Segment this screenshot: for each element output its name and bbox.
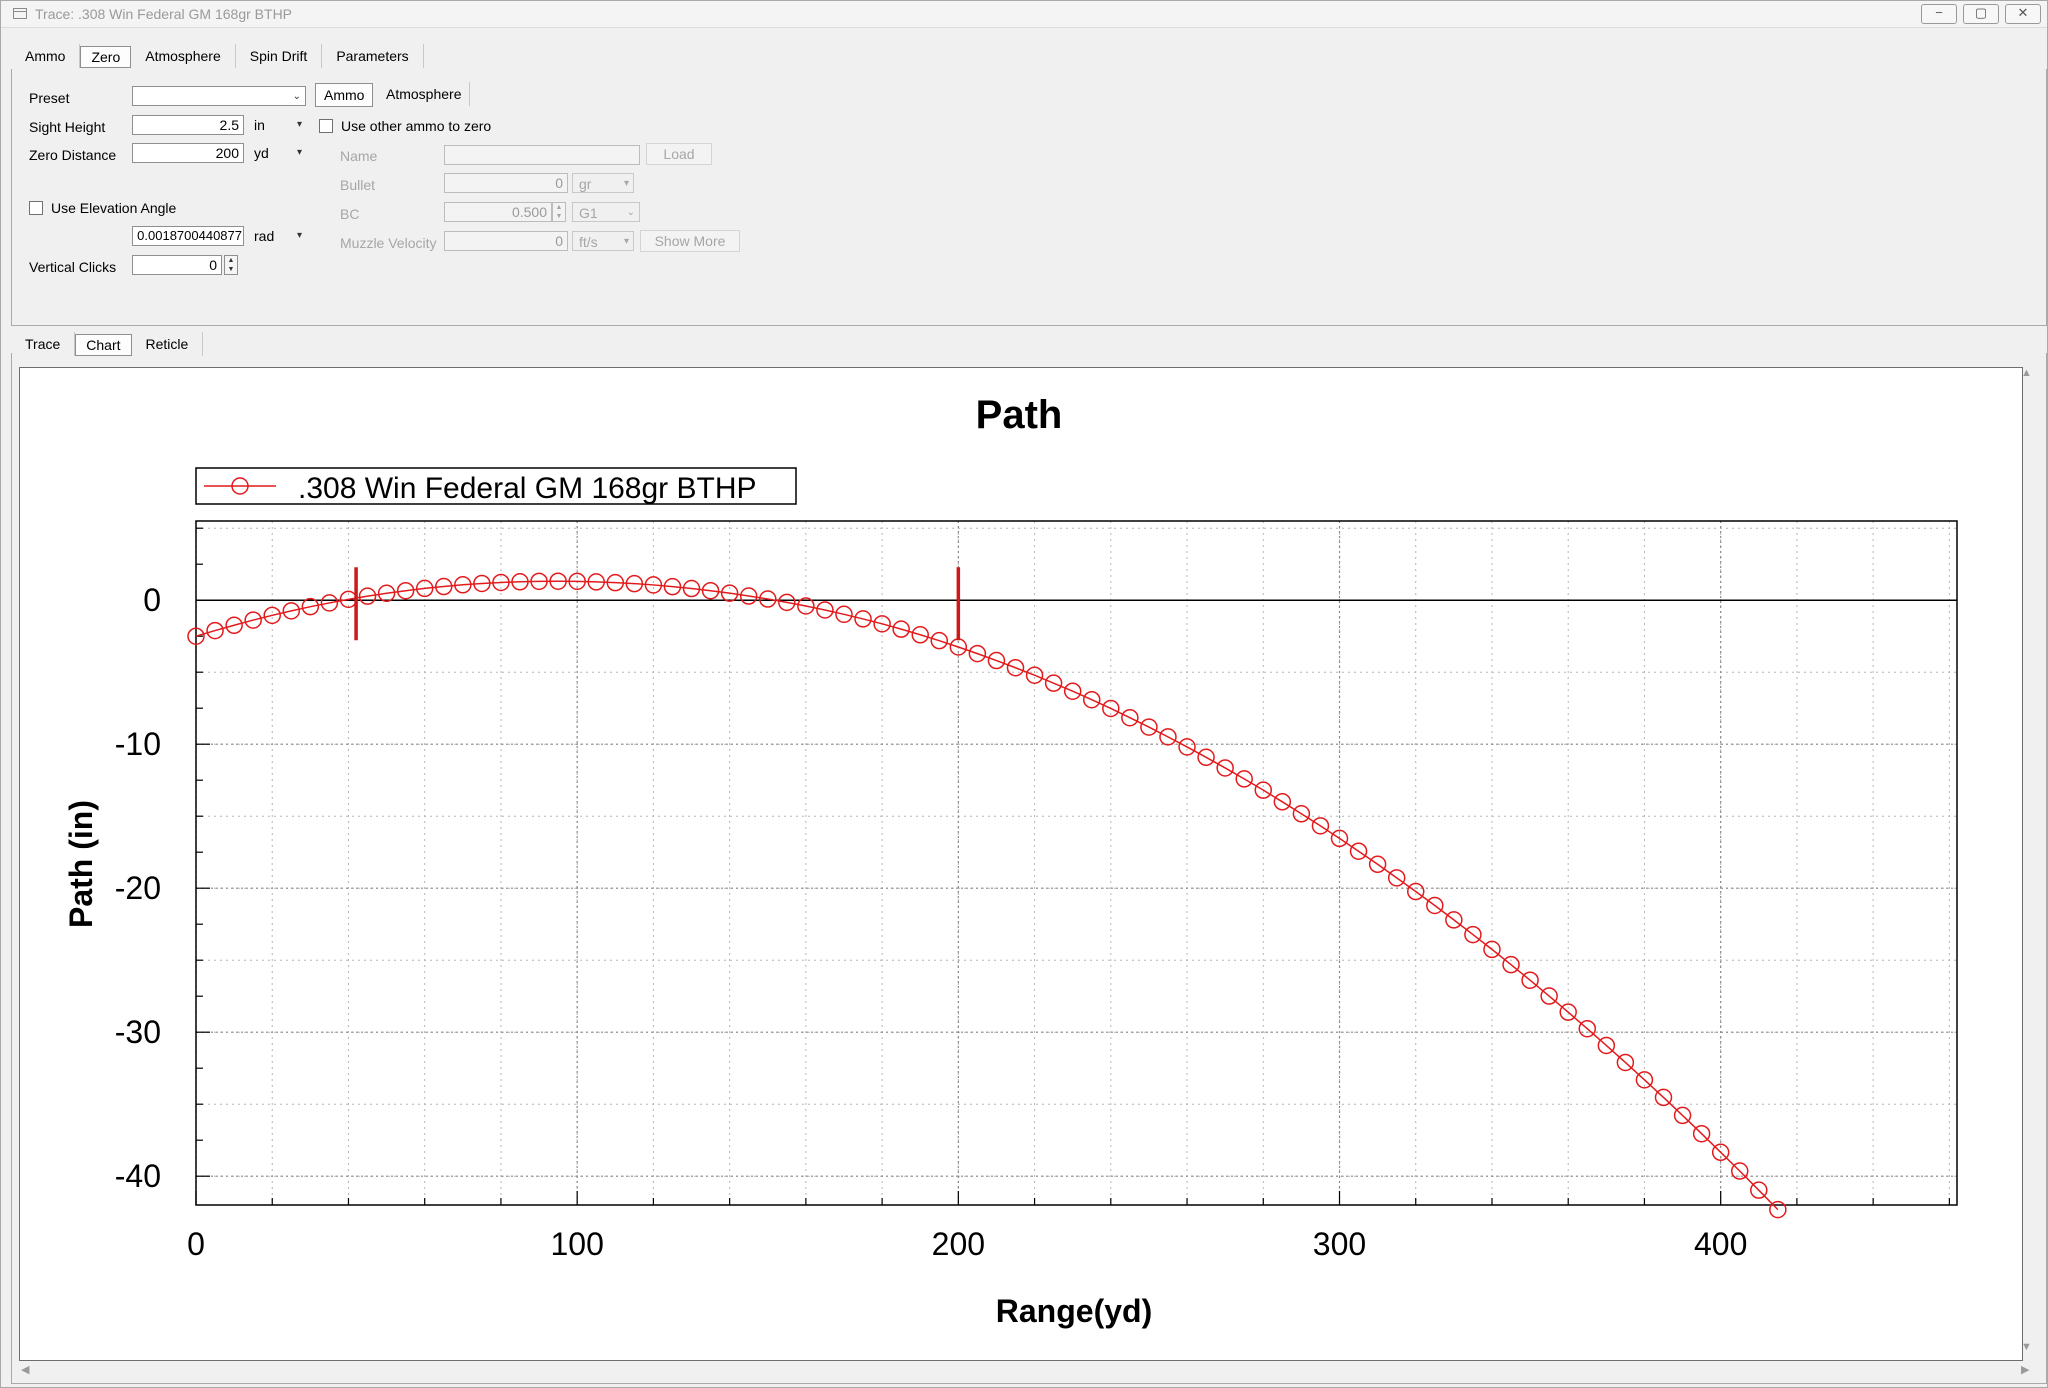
window-title: Trace: .308 Win Federal GM 168gr BTHP [35,6,293,22]
vertical-clicks-input[interactable]: 0 [132,255,222,275]
bullet-unit-select[interactable]: gr ▾ [572,173,634,193]
chevron-down-icon: ⌄ [626,207,635,218]
bc-label: BC [340,206,360,222]
elevation-unit-select[interactable]: rad ▾ [248,226,306,246]
path-chart: Path Range(yd) Path (in) 0 100 200 300 4000-… [63,393,1958,1329]
x-tick-label: 200 [932,1226,985,1262]
series-line [195,580,1779,1211]
zero-distance-label: Zero Distance [29,147,117,163]
x-tick-label: 100 [550,1226,603,1262]
zero-distance-unit-select[interactable]: yd ▾ [248,143,306,163]
dropdown-arrow-icon: ▾ [623,236,629,247]
zero-subtab-atmosphere[interactable]: Atmosphere [378,82,471,106]
bullet-label: Bullet [340,177,376,193]
bc-input[interactable]: 0.500 [444,202,552,222]
tab-spin-drift[interactable]: Spin Drift [236,44,323,68]
close-button[interactable]: ✕ [2005,4,2041,24]
use-elevation-checkbox[interactable] [29,201,43,215]
chart-area: Path Range(yd) Path (in) 0 100 200 300 400 0-… [19,367,2023,1361]
top-tab-bar: Ammo Zero Atmosphere Spin Drift Paramete… [11,44,424,68]
scroll-down-arrow-icon[interactable]: ▼ [2021,1341,2032,1353]
x-axis-label: Range(yd) [996,1293,1152,1329]
window-icon [13,8,27,19]
dropdown-arrow-icon: ▾ [623,178,629,189]
scroll-up-arrow-icon[interactable]: ▲ [2021,367,2032,379]
use-elevation-label: Use Elevation Angle [51,200,177,216]
sight-height-label: Sight Height [29,119,106,135]
zero-distance-unit: yd [254,145,269,161]
plot-frame [195,520,1958,1206]
muzzle-velocity-label: Muzzle Velocity [340,235,437,251]
sight-height-input[interactable]: 2.5 [132,115,244,135]
scroll-left-arrow-icon[interactable]: ◀ [21,1363,29,1376]
tab-ammo[interactable]: Ammo [11,44,81,68]
y-axis-label: Path (in) [63,800,99,928]
bc-spinner[interactable]: ▲ ▼ [552,202,566,222]
app-window: Trace: .308 Win Federal GM 168gr BTHP − … [0,0,2048,1388]
elevation-unit: rad [254,228,275,244]
scroll-right-arrow-icon[interactable]: ▶ [2021,1363,2029,1376]
bullet-unit: gr [579,176,592,192]
muzzle-velocity-input[interactable]: 0 [444,231,568,251]
chart-title: Path [976,393,1063,437]
dropdown-arrow-icon: ▾ [296,230,302,241]
y-tick-label: -10 [115,726,161,762]
y-tick-label: 0 [143,582,161,618]
tab-zero[interactable]: Zero [80,46,132,68]
minimize-button[interactable]: − [1921,4,1957,24]
muzzle-velocity-unit: ft/s [579,234,598,250]
preset-select[interactable]: ⌄ [132,86,306,106]
dropdown-arrow-icon: ▾ [296,119,302,130]
y-tick-label: -30 [115,1014,161,1050]
bullet-weight-input[interactable]: 0 [444,173,568,193]
vertical-clicks-label: Vertical Clicks [29,259,117,275]
sight-height-unit: in [254,117,265,133]
load-button[interactable]: Load [646,143,712,165]
vertical-clicks-spinner[interactable]: ▲ ▼ [224,255,238,275]
y-tick-label: -40 [115,1158,161,1194]
tab-parameters[interactable]: Parameters [322,44,424,68]
show-more-button[interactable]: Show More [640,230,740,252]
elevation-angle-input[interactable]: 0.0018700440877 [132,226,244,246]
sight-height-unit-select[interactable]: in ▾ [248,115,306,135]
ammo-name-label: Name [340,148,378,164]
y-tick-label: -20 [115,870,161,906]
use-other-ammo-checkbox[interactable] [319,119,333,133]
zero-subtab-ammo[interactable]: Ammo [315,83,374,107]
zero-panel: Preset ⌄ Sight Height 2.5 in ▾ Zero Dist… [11,69,2047,326]
muzzle-velocity-unit-select[interactable]: ft/s ▾ [572,231,634,251]
maximize-button[interactable]: ▢ [1963,4,1999,24]
preset-label: Preset [29,90,70,106]
chevron-down-icon: ⌄ [292,91,301,102]
x-tick-label: 300 [1313,1226,1366,1262]
drag-model: G1 [579,205,598,221]
dropdown-arrow-icon: ▾ [296,147,302,158]
title-bar: Trace: .308 Win Federal GM 168gr BTHP − … [1,1,2047,28]
zero-distance-input[interactable]: 200 [132,143,244,163]
x-tick-label: 400 [1694,1226,1747,1262]
legend-label: .308 Win Federal GM 168gr BTHP [298,472,757,505]
ammo-name-input[interactable] [444,145,640,165]
tab-atmosphere[interactable]: Atmosphere [131,44,236,68]
drag-model-select[interactable]: G1 ⌄ [572,202,640,222]
use-other-ammo-label: Use other ammo to zero [341,118,492,134]
x-tick-label: 0 [187,1226,205,1262]
